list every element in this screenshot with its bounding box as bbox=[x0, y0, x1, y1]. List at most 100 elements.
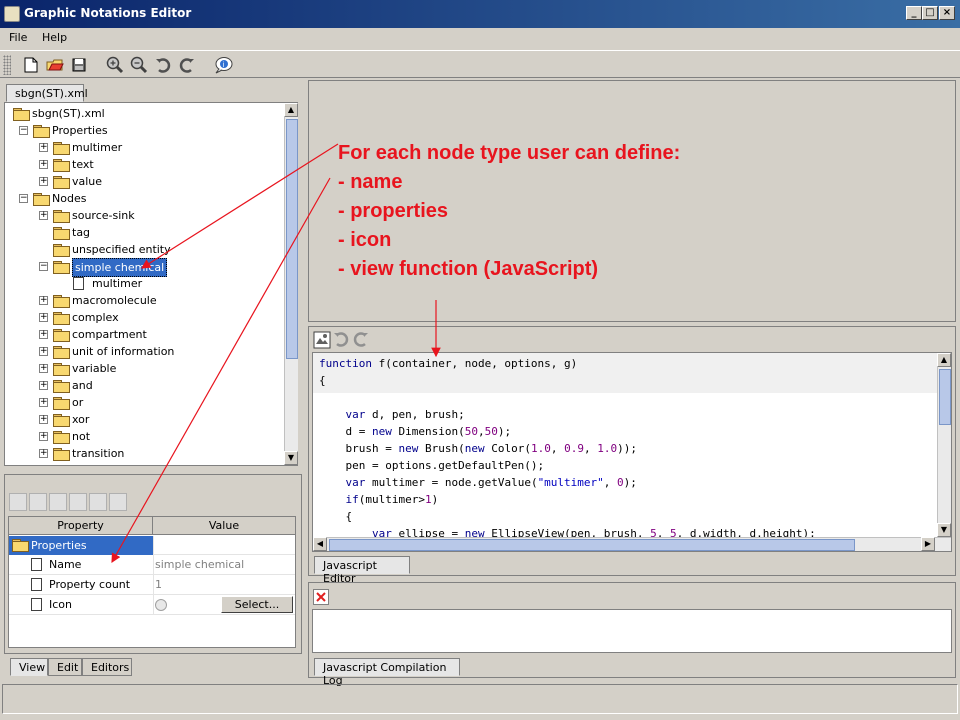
scroll-thumb[interactable] bbox=[329, 539, 855, 551]
code-vertical-scrollbar[interactable]: ▲ ▼ bbox=[937, 353, 951, 537]
tree-node[interactable]: unspecified entity bbox=[5, 241, 283, 258]
column-header-value[interactable]: Value bbox=[153, 517, 295, 535]
tree-node[interactable]: + transition bbox=[5, 445, 283, 462]
close-button[interactable]: × bbox=[939, 6, 955, 20]
expand-toggle-icon[interactable]: + bbox=[39, 398, 48, 407]
tree-node[interactable]: + compartment bbox=[5, 326, 283, 343]
code-line[interactable]: if(multimer>1) bbox=[319, 491, 439, 508]
tab-javascript-compilation-log[interactable]: Javascript Compilation Log bbox=[314, 658, 460, 687]
tree-node[interactable]: + xor bbox=[5, 411, 283, 428]
prop-tool-button[interactable] bbox=[49, 493, 67, 511]
code-line[interactable]: var multimer = node.getValue("multimer",… bbox=[319, 474, 637, 491]
tree-node[interactable]: + complex bbox=[5, 309, 283, 326]
tree-node[interactable]: − Properties bbox=[5, 122, 283, 139]
expand-toggle-icon[interactable]: + bbox=[39, 313, 48, 322]
expand-toggle-icon[interactable]: + bbox=[39, 177, 48, 186]
open-icon[interactable] bbox=[44, 54, 66, 76]
file-tab[interactable]: sbgn(ST).xml bbox=[6, 84, 88, 102]
select-icon-button[interactable]: Select... bbox=[221, 596, 293, 613]
expand-toggle-icon[interactable]: + bbox=[39, 381, 48, 390]
tree-node[interactable]: tag bbox=[5, 224, 283, 241]
toolbar-grip[interactable] bbox=[3, 55, 11, 75]
property-value[interactable]: 1 bbox=[155, 575, 162, 595]
collapse-toggle-icon[interactable]: − bbox=[19, 126, 28, 135]
scroll-thumb[interactable] bbox=[286, 119, 298, 359]
view-icon[interactable] bbox=[313, 331, 331, 349]
tab-editors[interactable]: Editors bbox=[82, 658, 132, 676]
tree-node[interactable]: sbgn(ST).xml bbox=[5, 105, 283, 122]
tree-node[interactable]: + macromolecule bbox=[5, 292, 283, 309]
tree-node[interactable]: − simple chemical bbox=[5, 258, 283, 277]
clear-log-icon[interactable] bbox=[313, 589, 329, 605]
property-row-icon[interactable]: Icon Select... bbox=[9, 595, 295, 615]
zoom-out-icon[interactable] bbox=[128, 54, 150, 76]
undo-icon[interactable] bbox=[152, 54, 174, 76]
redo-icon[interactable] bbox=[176, 54, 198, 76]
prop-tool-button[interactable] bbox=[109, 493, 127, 511]
prop-tool-button[interactable] bbox=[69, 493, 87, 511]
scroll-up-arrow[interactable]: ▲ bbox=[937, 353, 951, 367]
expand-toggle-icon[interactable]: + bbox=[39, 296, 48, 305]
scroll-down-arrow[interactable]: ▼ bbox=[937, 523, 951, 537]
code-line[interactable]: d = new Dimension(50,50); bbox=[319, 423, 511, 440]
info-icon[interactable]: i bbox=[212, 54, 234, 76]
zoom-in-icon[interactable] bbox=[104, 54, 126, 76]
tree-node[interactable]: + variable bbox=[5, 360, 283, 377]
code-editor[interactable]: function f(container, node, options, g){… bbox=[312, 352, 952, 552]
save-icon[interactable] bbox=[68, 54, 90, 76]
tree-node[interactable]: + unit of information bbox=[5, 343, 283, 360]
expand-toggle-icon[interactable]: + bbox=[39, 432, 48, 441]
tab-view[interactable]: View bbox=[10, 658, 48, 676]
column-header-property[interactable]: Property bbox=[9, 517, 153, 535]
tree-vertical-scrollbar[interactable]: ▲ ▼ bbox=[284, 103, 298, 465]
scroll-thumb[interactable] bbox=[939, 369, 951, 425]
tree-node[interactable]: multimer bbox=[5, 275, 283, 292]
collapse-toggle-icon[interactable]: − bbox=[39, 262, 48, 271]
code-line[interactable]: { bbox=[319, 372, 326, 389]
expand-toggle-icon[interactable]: + bbox=[39, 449, 48, 458]
menu-help[interactable]: Help bbox=[42, 31, 67, 44]
expand-toggle-icon[interactable]: + bbox=[39, 211, 48, 220]
tree-node[interactable]: + text bbox=[5, 156, 283, 173]
tree-node[interactable]: + value bbox=[5, 173, 283, 190]
property-value[interactable]: simple chemical bbox=[155, 555, 244, 575]
property-row-count[interactable]: Property count 1 bbox=[9, 575, 295, 595]
code-line[interactable]: var d, pen, brush; bbox=[319, 406, 465, 423]
code-line[interactable]: function f(container, node, options, g) bbox=[319, 355, 577, 372]
expand-toggle-icon[interactable]: + bbox=[39, 364, 48, 373]
collapse-toggle-icon[interactable]: − bbox=[19, 194, 28, 203]
tree-node[interactable]: + and bbox=[5, 377, 283, 394]
code-line[interactable]: brush = new Brush(new Color(1.0, 0.9, 1.… bbox=[319, 440, 636, 457]
title-bar: Graphic Notations Editor _ □ × bbox=[0, 0, 960, 28]
new-icon[interactable] bbox=[20, 54, 42, 76]
prop-tool-button[interactable] bbox=[29, 493, 47, 511]
code-line[interactable]: pen = options.getDefaultPen(); bbox=[319, 457, 544, 474]
expand-toggle-icon[interactable]: + bbox=[39, 160, 48, 169]
tree-node[interactable]: − Nodes bbox=[5, 190, 283, 207]
scroll-right-arrow[interactable]: ▶ bbox=[921, 537, 935, 551]
expand-toggle-icon[interactable]: + bbox=[39, 347, 48, 356]
tab-javascript-editor[interactable]: Javascript Editor bbox=[314, 556, 410, 585]
code-horizontal-scrollbar[interactable]: ◀ ▶ bbox=[313, 537, 951, 551]
tree-node[interactable]: + multimer bbox=[5, 139, 283, 156]
scroll-left-arrow[interactable]: ◀ bbox=[313, 537, 327, 551]
prop-tool-button[interactable] bbox=[9, 493, 27, 511]
maximize-button[interactable]: □ bbox=[922, 6, 938, 20]
property-group-row[interactable]: Properties bbox=[9, 536, 295, 555]
scroll-down-arrow[interactable]: ▼ bbox=[284, 451, 298, 465]
tab-edit[interactable]: Edit bbox=[48, 658, 82, 676]
expand-toggle-icon[interactable]: + bbox=[39, 415, 48, 424]
menu-file[interactable]: File bbox=[9, 31, 27, 44]
tree-node[interactable]: + source-sink bbox=[5, 207, 283, 224]
expand-toggle-icon[interactable]: + bbox=[39, 143, 48, 152]
scroll-up-arrow[interactable]: ▲ bbox=[284, 103, 298, 117]
expand-toggle-icon[interactable]: + bbox=[39, 330, 48, 339]
editor-redo-icon[interactable] bbox=[353, 331, 371, 349]
tree-node[interactable]: + not bbox=[5, 428, 283, 445]
prop-tool-button[interactable] bbox=[89, 493, 107, 511]
code-line[interactable]: { bbox=[319, 508, 352, 525]
minimize-button[interactable]: _ bbox=[906, 6, 922, 20]
tree-node[interactable]: + or bbox=[5, 394, 283, 411]
editor-undo-icon[interactable] bbox=[333, 331, 351, 349]
property-row-name[interactable]: Name simple chemical bbox=[9, 555, 295, 575]
